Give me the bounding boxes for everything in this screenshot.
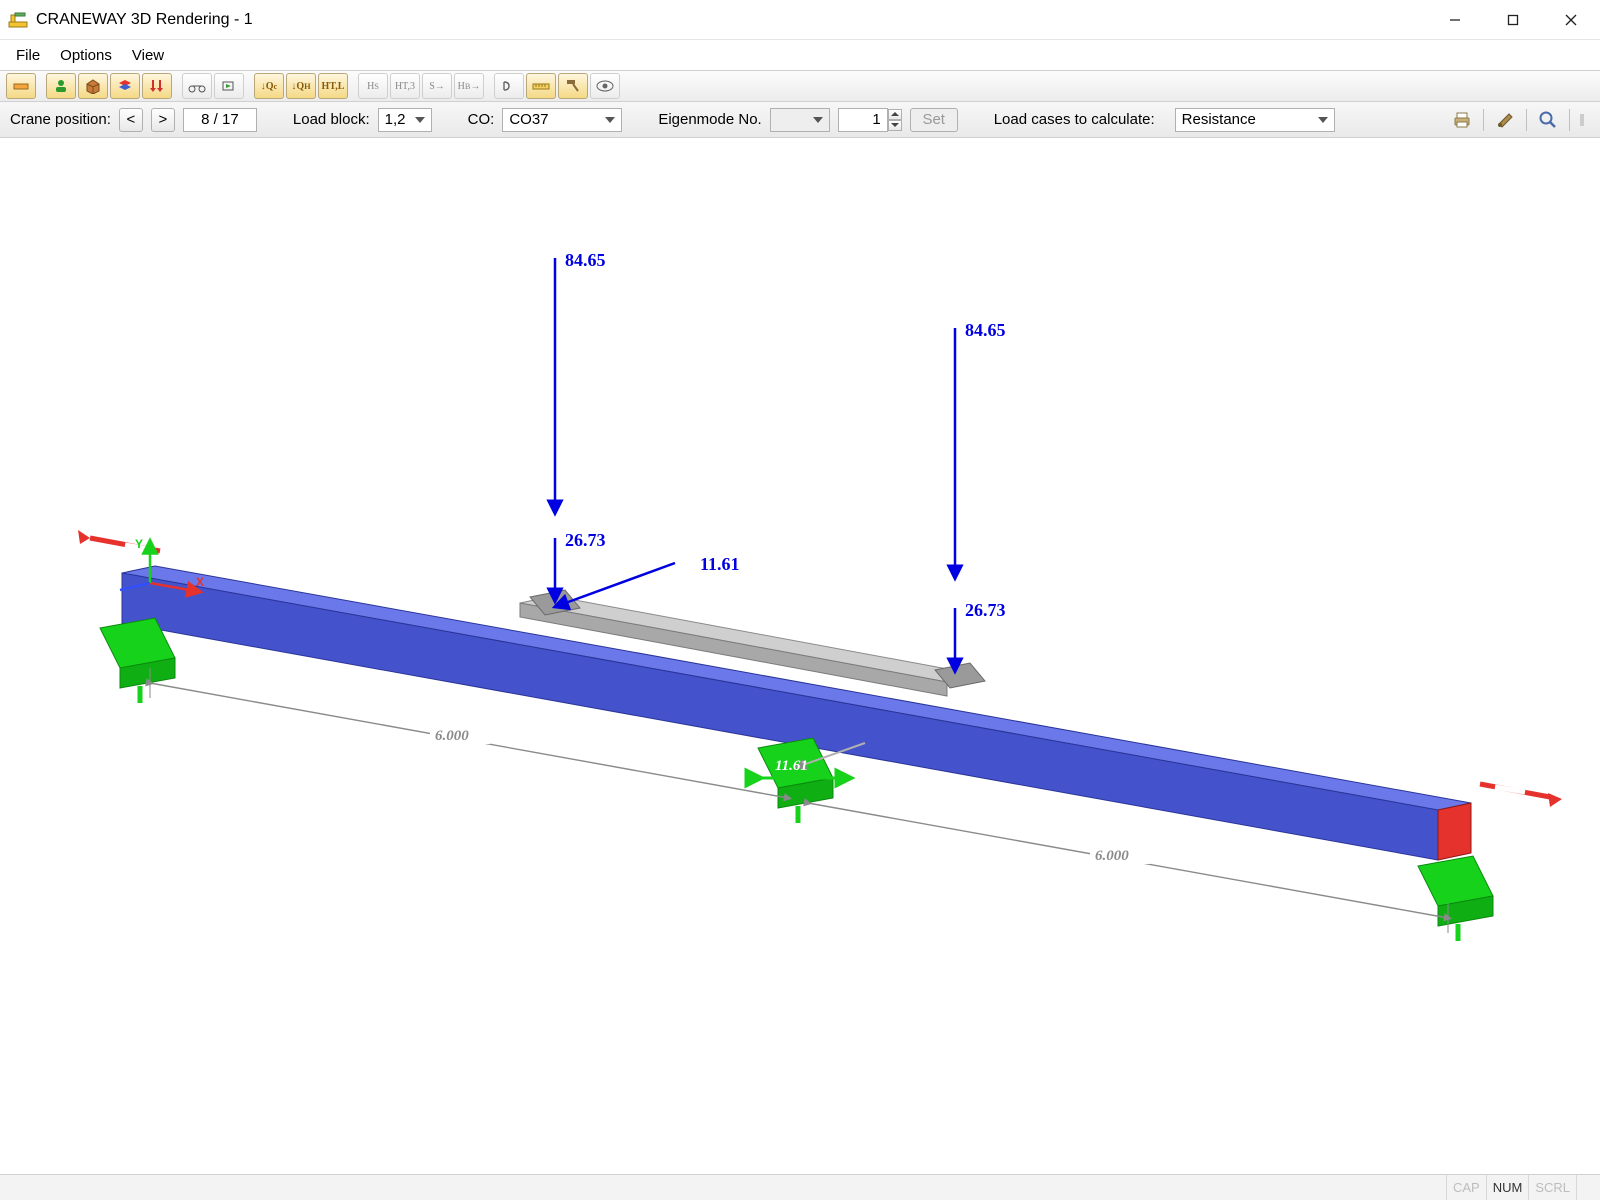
window-title: CRANEWAY 3D Rendering - 1 [36, 11, 1426, 29]
tool-box-icon[interactable] [78, 73, 108, 99]
menu-file[interactable]: File [8, 45, 48, 66]
tool-s-icon[interactable]: S→ [422, 73, 452, 99]
viewport-3d[interactable]: X Y 84.65 84.65 26.73 26.73 11.61 6.000 … [0, 138, 1600, 1174]
separator [1526, 109, 1527, 131]
menu-options[interactable]: Options [52, 45, 120, 66]
tool-beam-icon[interactable] [6, 73, 36, 99]
status-grip [1576, 1175, 1594, 1200]
svg-text:6.000: 6.000 [435, 728, 469, 744]
minimize-button[interactable] [1426, 0, 1484, 39]
menubar: File Options View [0, 40, 1600, 70]
app-icon [8, 10, 28, 30]
eigenmode-label: Eigenmode No. [658, 111, 761, 128]
tool-user-icon[interactable] [46, 73, 76, 99]
status-scrl: SCRL [1528, 1175, 1576, 1200]
tool-eye-icon[interactable] [590, 73, 620, 99]
tool-htl-icon[interactable]: HT,L [318, 73, 348, 99]
crane-position-field[interactable]: 8 / 17 [183, 108, 257, 132]
svg-text:84.65: 84.65 [965, 320, 1006, 340]
end-marker-left [78, 530, 160, 551]
co-label: CO: [468, 111, 495, 128]
tool-hammer-icon[interactable] [558, 73, 588, 99]
tool-qc-icon[interactable]: ↓Qc [254, 73, 284, 99]
tool-load-icon[interactable] [142, 73, 172, 99]
eigenmode-select [770, 108, 830, 132]
eigenmode-spinner[interactable] [888, 108, 902, 132]
settings-icon[interactable] [1490, 107, 1520, 133]
more-icon[interactable] [1576, 107, 1590, 133]
menu-view[interactable]: View [124, 45, 172, 66]
print-icon[interactable] [1447, 107, 1477, 133]
load-block-label: Load block: [293, 111, 370, 128]
svg-text:6.000: 6.000 [1095, 848, 1129, 864]
titlebar: CRANEWAY 3D Rendering - 1 [0, 0, 1600, 40]
support-right [1418, 856, 1493, 941]
co-select[interactable]: CO37 [502, 108, 622, 132]
zoom-icon[interactable] [1533, 107, 1563, 133]
svg-text:26.73: 26.73 [565, 530, 606, 550]
statusbar: CAP NUM SCRL [0, 1174, 1600, 1200]
status-num: NUM [1486, 1175, 1529, 1200]
tool-ht3-icon[interactable]: HT,3 [390, 73, 420, 99]
svg-text:26.73: 26.73 [965, 600, 1006, 620]
status-cap: CAP [1446, 1175, 1486, 1200]
tool-layers-icon[interactable] [110, 73, 140, 99]
tool-hs-icon[interactable]: HS [358, 73, 388, 99]
tool-anim-icon[interactable] [214, 73, 244, 99]
set-button[interactable]: Set [910, 108, 958, 132]
crane-prev-button[interactable]: < [119, 108, 143, 132]
maximize-button[interactable] [1484, 0, 1542, 39]
toolbar: ↓Qc ↓QH HT,L HS HT,3 S→ HB→ [0, 70, 1600, 102]
svg-text:11.61: 11.61 [775, 758, 808, 774]
loadcases-select[interactable]: Resistance [1175, 108, 1335, 132]
close-button[interactable] [1542, 0, 1600, 39]
svg-text:X: X [196, 575, 204, 589]
tool-crane-icon[interactable] [182, 73, 212, 99]
tool-qh-icon[interactable]: ↓QH [286, 73, 316, 99]
parameter-bar: Crane position: < > 8 / 17 Load block: 1… [0, 102, 1600, 138]
svg-text:11.61: 11.61 [700, 554, 740, 574]
separator [1569, 109, 1570, 131]
svg-text:84.65: 84.65 [565, 250, 606, 270]
svg-text:Y: Y [135, 537, 143, 551]
separator [1483, 109, 1484, 131]
tool-section-icon[interactable] [494, 73, 524, 99]
eigenmode-value[interactable]: 1 [838, 108, 888, 132]
tool-ruler-icon[interactable] [526, 73, 556, 99]
loadcases-label: Load cases to calculate: [994, 111, 1155, 128]
crane-next-button[interactable]: > [151, 108, 175, 132]
force-arrows: 84.65 84.65 26.73 26.73 11.61 [555, 250, 1006, 666]
end-marker-right [1480, 784, 1562, 807]
tool-hb-icon[interactable]: HB→ [454, 73, 484, 99]
load-block-select[interactable]: 1,2 [378, 108, 432, 132]
crane-position-label: Crane position: [10, 111, 111, 128]
